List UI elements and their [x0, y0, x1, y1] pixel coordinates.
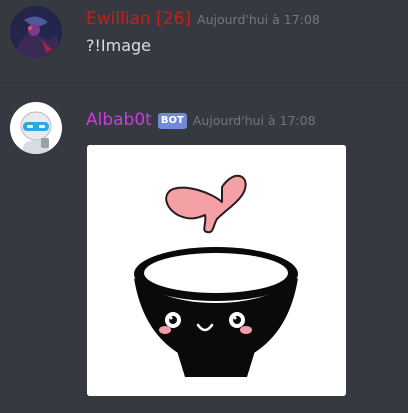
username-albab0t[interactable]: Albab0t — [86, 110, 152, 130]
message-ewillian: Ewillian [26] Aujourd'hui à 17:08 ?!Imag… — [0, 0, 408, 82]
message-text: ?!Image — [86, 36, 152, 55]
message-timestamp: Aujourd'hui à 17:08 — [197, 12, 320, 27]
dark-character-avatar-icon — [10, 6, 62, 58]
user-avatar-ewillian[interactable] — [10, 6, 62, 58]
image-attachment[interactable] — [87, 145, 346, 396]
username-ewillian[interactable]: Ewillian [26] — [86, 9, 191, 29]
message-timestamp: Aujourd'hui à 17:08 — [192, 113, 316, 128]
bot-tag: BOT — [157, 113, 187, 129]
heart-bowl-image-icon — [87, 145, 346, 396]
bot-avatar-albab0t[interactable] — [10, 102, 62, 154]
robot-avatar-icon — [10, 102, 62, 154]
